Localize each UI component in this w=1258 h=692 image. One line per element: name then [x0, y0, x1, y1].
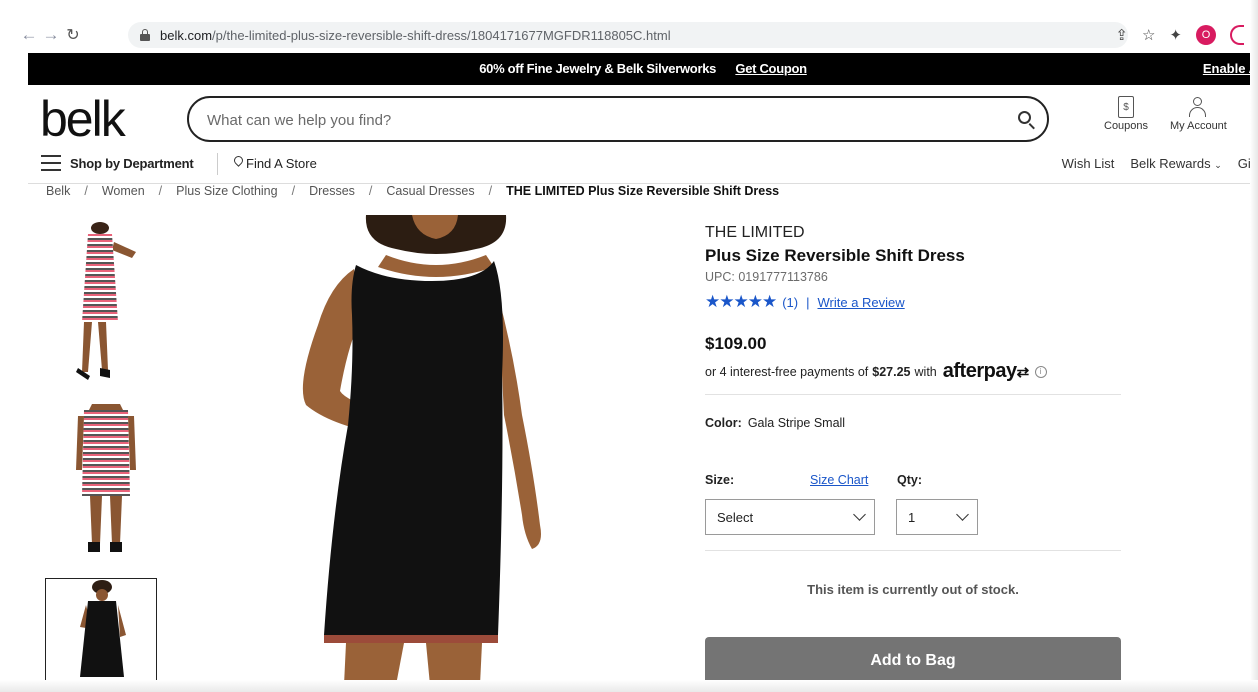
search-icon[interactable]	[1018, 111, 1031, 124]
frame-shadow-right	[1250, 0, 1258, 692]
main-product-image[interactable]	[236, 215, 636, 685]
page: ← → ↻ belk.com/p/the-limited-plus-size-r…	[0, 0, 1258, 692]
search-box	[187, 96, 1049, 142]
breadcrumb-women[interactable]: Women	[102, 184, 145, 198]
department-nav: Shop by Department Find A Store Wish Lis…	[28, 153, 1258, 183]
share-icon[interactable]: ⇪	[1115, 26, 1128, 44]
star-bookmark-icon[interactable]: ☆	[1142, 26, 1155, 44]
back-arrow-icon[interactable]: ←	[18, 24, 40, 46]
afterpay-prefix: or 4 interest-free payments of	[705, 364, 869, 379]
divider	[705, 550, 1121, 551]
belk-logo[interactable]: belk	[40, 94, 126, 144]
my-account-button[interactable]: My Account	[1170, 96, 1227, 132]
get-coupon-link[interactable]: Get Coupon	[735, 61, 807, 76]
coupons-label: Coupons	[1104, 120, 1149, 132]
divider	[705, 394, 1121, 395]
size-select[interactable]: Select	[705, 499, 875, 535]
account-icon	[1187, 96, 1209, 118]
address-bar[interactable]: belk.com/p/the-limited-plus-size-reversi…	[128, 22, 1128, 48]
extensions-icon[interactable]: ✦	[1169, 26, 1182, 44]
url-text: belk.com/p/the-limited-plus-size-reversi…	[160, 27, 671, 43]
chevron-down-icon	[853, 508, 866, 521]
wish-list-link[interactable]: Wish List	[1062, 156, 1115, 171]
afterpay-message: or 4 interest-free payments of $27.25 wi…	[705, 360, 1047, 383]
color-row: Color: Gala Stripe Small	[705, 416, 845, 430]
rating-row: ★★★★★ (1) | Write a Review	[705, 292, 905, 312]
location-pin-icon	[234, 156, 243, 169]
product-upc: UPC: 0191777113786	[705, 270, 828, 284]
size-label: Size:	[705, 473, 735, 487]
afterpay-logo: afterpay⇄	[942, 360, 1030, 382]
rating-divider: |	[806, 294, 810, 310]
coupon-icon: $	[1118, 96, 1135, 118]
coupons-button[interactable]: $ Coupons	[1104, 96, 1148, 132]
hamburger-menu-icon[interactable]	[41, 155, 61, 171]
qty-select-value: 1	[908, 510, 916, 525]
info-icon[interactable]: i	[1034, 365, 1047, 378]
browser-actions: ⇪ ☆ ✦ O	[1115, 22, 1244, 48]
color-value: Gala Stripe Small	[747, 416, 846, 430]
qty-select[interactable]: 1	[896, 499, 978, 535]
write-review-link[interactable]: Write a Review	[817, 295, 904, 310]
account-label: My Account	[1170, 120, 1227, 132]
breadcrumb-plus-size[interactable]: Plus Size Clothing	[176, 184, 277, 198]
breadcrumb-current: THE LIMITED Plus Size Reversible Shift D…	[506, 184, 780, 198]
nav-divider	[217, 153, 218, 175]
color-label: Color:	[705, 416, 742, 430]
size-chart-link[interactable]: Size Chart	[810, 473, 868, 487]
chevron-down-icon	[956, 508, 969, 521]
size-select-value: Select	[717, 510, 754, 525]
product-brand[interactable]: THE LIMITED	[705, 224, 805, 242]
lock-icon	[140, 29, 150, 41]
browser-toolbar: ← → ↻ belk.com/p/the-limited-plus-size-r…	[18, 22, 1250, 48]
out-of-stock-message: This item is currently out of stock.	[807, 582, 1019, 597]
breadcrumb-casual-dresses[interactable]: Casual Dresses	[386, 184, 474, 198]
belk-rewards-link[interactable]: Belk Rewards ⌄	[1130, 156, 1221, 171]
promo-bar: 60% off Fine Jewelry & Belk Silverworks …	[28, 53, 1258, 85]
profile-avatar-partial[interactable]	[1230, 25, 1244, 45]
chevron-down-icon: ⌄	[1214, 160, 1222, 170]
promo-text: 60% off Fine Jewelry & Belk Silverworks	[479, 61, 717, 76]
reload-icon[interactable]: ↻	[62, 24, 84, 46]
qty-label: Qty:	[897, 473, 922, 487]
afterpay-with: with	[914, 364, 937, 379]
rating-count-link[interactable]: (1)	[782, 295, 798, 310]
breadcrumb-dresses[interactable]: Dresses	[309, 184, 355, 198]
shop-by-department-link[interactable]: Shop by Department	[70, 156, 194, 171]
product-name: Plus Size Reversible Shift Dress	[705, 246, 965, 265]
thumbnail-3-selected[interactable]	[45, 578, 157, 682]
frame-shadow-bottom	[0, 680, 1258, 692]
utility-links: Wish List Belk Rewards ⌄ Gift	[1062, 156, 1258, 171]
star-rating-icon[interactable]: ★★★★★	[705, 292, 777, 312]
afterpay-amount: $27.25	[872, 364, 911, 379]
search-input[interactable]	[205, 106, 989, 134]
breadcrumb-belk[interactable]: Belk	[46, 184, 70, 198]
profile-avatar[interactable]: O	[1196, 25, 1216, 45]
breadcrumb: Belk / Women / Plus Size Clothing / Dresses…	[46, 184, 780, 198]
forward-arrow-icon[interactable]: →	[40, 24, 62, 46]
thumbnail-1[interactable]	[66, 222, 148, 382]
product-price: $109.00	[705, 334, 767, 353]
thumbnail-2[interactable]	[66, 400, 148, 560]
find-store-link[interactable]: Find A Store	[246, 156, 317, 171]
afterpay-arrows-icon: ⇄	[1016, 364, 1030, 381]
promo-message: 60% off Fine Jewelry & Belk Silverworks …	[28, 61, 1258, 76]
